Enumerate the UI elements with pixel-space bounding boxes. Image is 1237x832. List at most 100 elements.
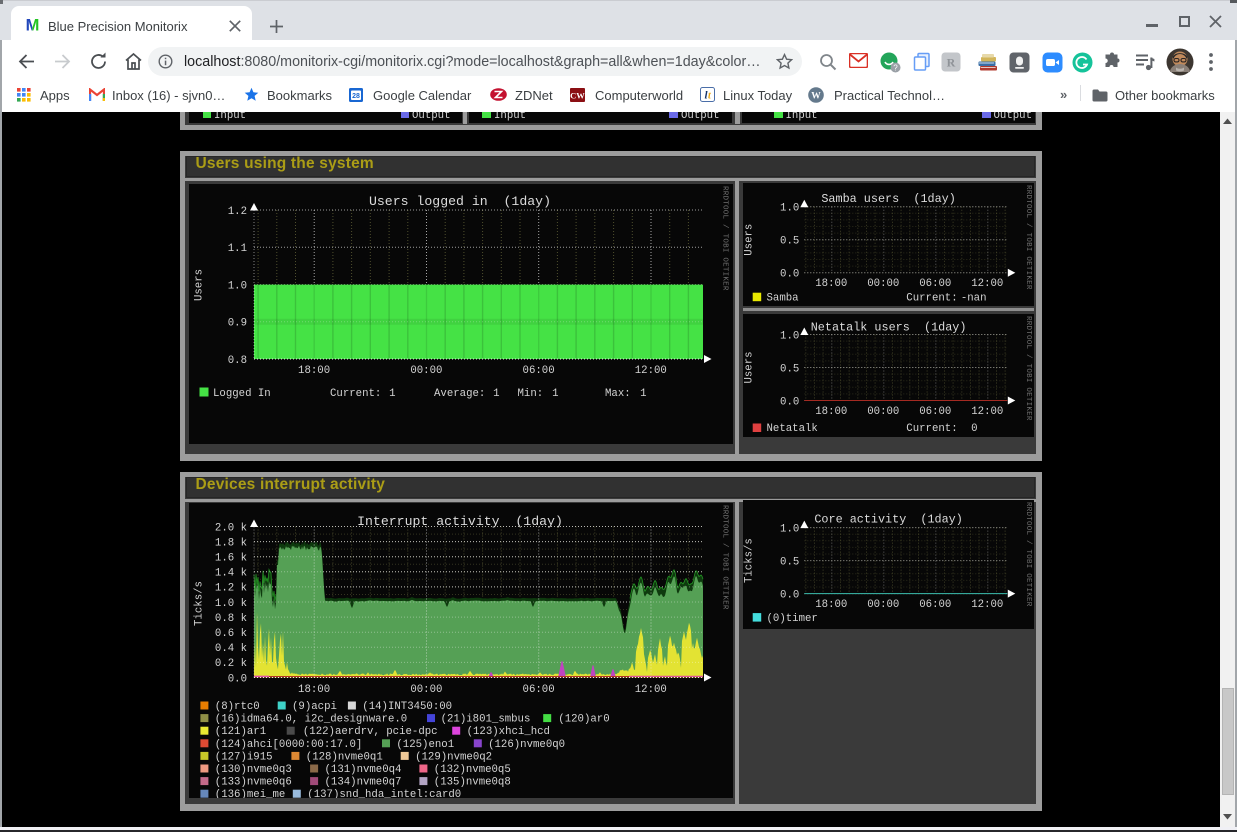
svg-text:1.1: 1.1 (227, 243, 246, 255)
svg-text:0.5: 0.5 (780, 556, 799, 568)
svg-text:0.4 k: 0.4 k (215, 643, 247, 655)
svg-text:1.6 k: 1.6 k (215, 553, 247, 565)
svg-text:18:00: 18:00 (298, 684, 330, 696)
svg-text:R: R (947, 56, 956, 70)
svg-text:18:00: 18:00 (816, 599, 848, 611)
svg-text:(129)nvme0q2: (129)nvme0q2 (415, 752, 492, 764)
svg-text:(128)nvme0q1: (128)nvme0q1 (305, 752, 382, 764)
svg-text:Logged In: Logged In (213, 388, 271, 400)
svg-text:(123)xhci_hcd: (123)xhci_hcd (466, 726, 549, 738)
svg-text:0.8: 0.8 (227, 354, 246, 366)
svg-text:28: 28 (352, 93, 360, 100)
svg-text:1: 1 (640, 388, 646, 400)
svg-text:06:00: 06:00 (920, 406, 952, 418)
svg-text:12:00: 12:00 (634, 365, 666, 377)
svg-text:RRDTOOL / TOBI OETIKER: RRDTOOL / TOBI OETIKER (1024, 185, 1032, 290)
svg-text:Samba: Samba (767, 293, 800, 305)
svg-text:Users logged in (1day): Users logged in (1day) (369, 194, 551, 209)
svg-text:0.0: 0.0 (780, 269, 799, 281)
svg-text:(127)i915: (127)i915 (214, 752, 272, 764)
svg-text:(131)nvme0q4: (131)nvme0q4 (324, 764, 401, 776)
svg-text:0: 0 (971, 423, 977, 435)
svg-text:(125)eno1: (125)eno1 (396, 739, 454, 751)
svg-text:2.0 k: 2.0 k (215, 522, 247, 534)
svg-text:(16)idma64.0, i2c_designware.0: (16)idma64.0, i2c_designware.0 (214, 714, 406, 726)
svg-text:1.0: 1.0 (780, 523, 799, 535)
svg-text:(124)ahci[0000:00:17.0]: (124)ahci[0000:00:17.0] (214, 739, 362, 751)
svg-text:18:00: 18:00 (816, 279, 848, 291)
svg-text:1.0: 1.0 (780, 203, 799, 215)
svg-text:RRDTOOL / TOBI OETIKER: RRDTOOL / TOBI OETIKER (720, 186, 728, 291)
svg-text:06:00: 06:00 (522, 684, 554, 696)
svg-text:Current:: Current: (907, 293, 958, 305)
svg-text:00:00: 00:00 (868, 279, 900, 291)
svg-text:Samba users (1day): Samba users (1day) (822, 192, 957, 206)
svg-text:06:00: 06:00 (522, 365, 554, 377)
svg-text:(136)mei_me: (136)mei_me (214, 789, 285, 798)
svg-text:(9)acpi: (9)acpi (292, 701, 337, 713)
svg-text:Average:: Average: (434, 388, 485, 400)
svg-text:Current:: Current: (330, 388, 381, 400)
svg-text:Users: Users (744, 224, 756, 256)
svg-text:(121)ar1: (121)ar1 (214, 726, 265, 738)
svg-text:12:00: 12:00 (634, 684, 666, 696)
svg-text:(14)INT3450:00: (14)INT3450:00 (362, 701, 452, 713)
svg-text:1: 1 (389, 388, 395, 400)
svg-text:(120)ar0: (120)ar0 (558, 714, 609, 726)
svg-text:(0)timer: (0)timer (767, 613, 818, 625)
svg-text:?: ? (893, 64, 898, 73)
svg-text:1: 1 (552, 388, 558, 400)
svg-text:0.5: 0.5 (780, 363, 799, 375)
svg-text:18:00: 18:00 (816, 406, 848, 418)
svg-text:12:00: 12:00 (972, 599, 1004, 611)
svg-text:06:00: 06:00 (920, 599, 952, 611)
svg-text:-nan: -nan (961, 293, 987, 305)
svg-text:0.0: 0.0 (780, 589, 799, 601)
svg-text:06:00: 06:00 (920, 279, 952, 291)
svg-text:Interrupt activity (1day): Interrupt activity (1day) (357, 514, 563, 529)
svg-text:(137)snd_hda_intel:card0: (137)snd_hda_intel:card0 (307, 789, 461, 798)
svg-text:1.8 k: 1.8 k (215, 538, 247, 550)
svg-text:1.2: 1.2 (227, 205, 246, 217)
svg-text:Netatalk users (1day): Netatalk users (1day) (811, 321, 967, 335)
svg-text:00:00: 00:00 (868, 406, 900, 418)
svg-text:00:00: 00:00 (410, 365, 442, 377)
svg-text:RRDTOOL / TOBI OETIKER: RRDTOOL / TOBI OETIKER (1024, 316, 1032, 421)
svg-text:0.9: 0.9 (227, 317, 246, 329)
svg-text:Ticks/s: Ticks/s (744, 538, 756, 583)
svg-text:1.0: 1.0 (227, 280, 246, 292)
svg-text:1.0: 1.0 (780, 330, 799, 342)
svg-text:(8)rtc0: (8)rtc0 (214, 701, 259, 713)
svg-text:0.0: 0.0 (227, 673, 246, 685)
svg-text:0.0: 0.0 (780, 396, 799, 408)
svg-text:1.2 k: 1.2 k (215, 583, 247, 595)
svg-text:(21)i801_smbus: (21)i801_smbus (440, 714, 530, 726)
svg-text:(130)nvme0q3: (130)nvme0q3 (214, 764, 291, 776)
svg-text:12:00: 12:00 (972, 406, 1004, 418)
svg-text:(132)nvme0q5: (132)nvme0q5 (433, 764, 510, 776)
svg-text:18:00: 18:00 (298, 365, 330, 377)
svg-text:RRDTOOL / TOBI OETIKER: RRDTOOL / TOBI OETIKER (720, 505, 728, 610)
svg-text:0.5: 0.5 (780, 236, 799, 248)
svg-text:(135)nvme0q8: (135)nvme0q8 (433, 777, 510, 789)
svg-text:1.0 k: 1.0 k (215, 598, 247, 610)
svg-text:Users: Users (744, 352, 756, 384)
svg-text:Ticks/s: Ticks/s (193, 581, 205, 626)
svg-text:Current:: Current: (907, 423, 958, 435)
svg-text:(134)nvme0q7: (134)nvme0q7 (324, 777, 401, 789)
svg-text:Core activity (1day): Core activity (1day) (815, 513, 963, 527)
svg-text:W: W (811, 92, 821, 102)
svg-text:0.8 k: 0.8 k (215, 613, 247, 625)
svg-text:(126)nvme0q0: (126)nvme0q0 (488, 739, 565, 751)
svg-text:Min:: Min: (517, 388, 543, 400)
svg-text:CW: CW (570, 91, 585, 101)
svg-text:00:00: 00:00 (868, 599, 900, 611)
svg-text:(122)aerdrv, pcie-dpc: (122)aerdrv, pcie-dpc (303, 726, 438, 738)
svg-text:Max:: Max: (605, 388, 631, 400)
svg-text:1: 1 (493, 388, 499, 400)
svg-text:(133)nvme0q6: (133)nvme0q6 (214, 777, 291, 789)
svg-text:Users: Users (193, 269, 205, 301)
svg-text:12:00: 12:00 (972, 279, 1004, 291)
svg-text:0.6 k: 0.6 k (215, 628, 247, 640)
svg-text:00:00: 00:00 (410, 684, 442, 696)
